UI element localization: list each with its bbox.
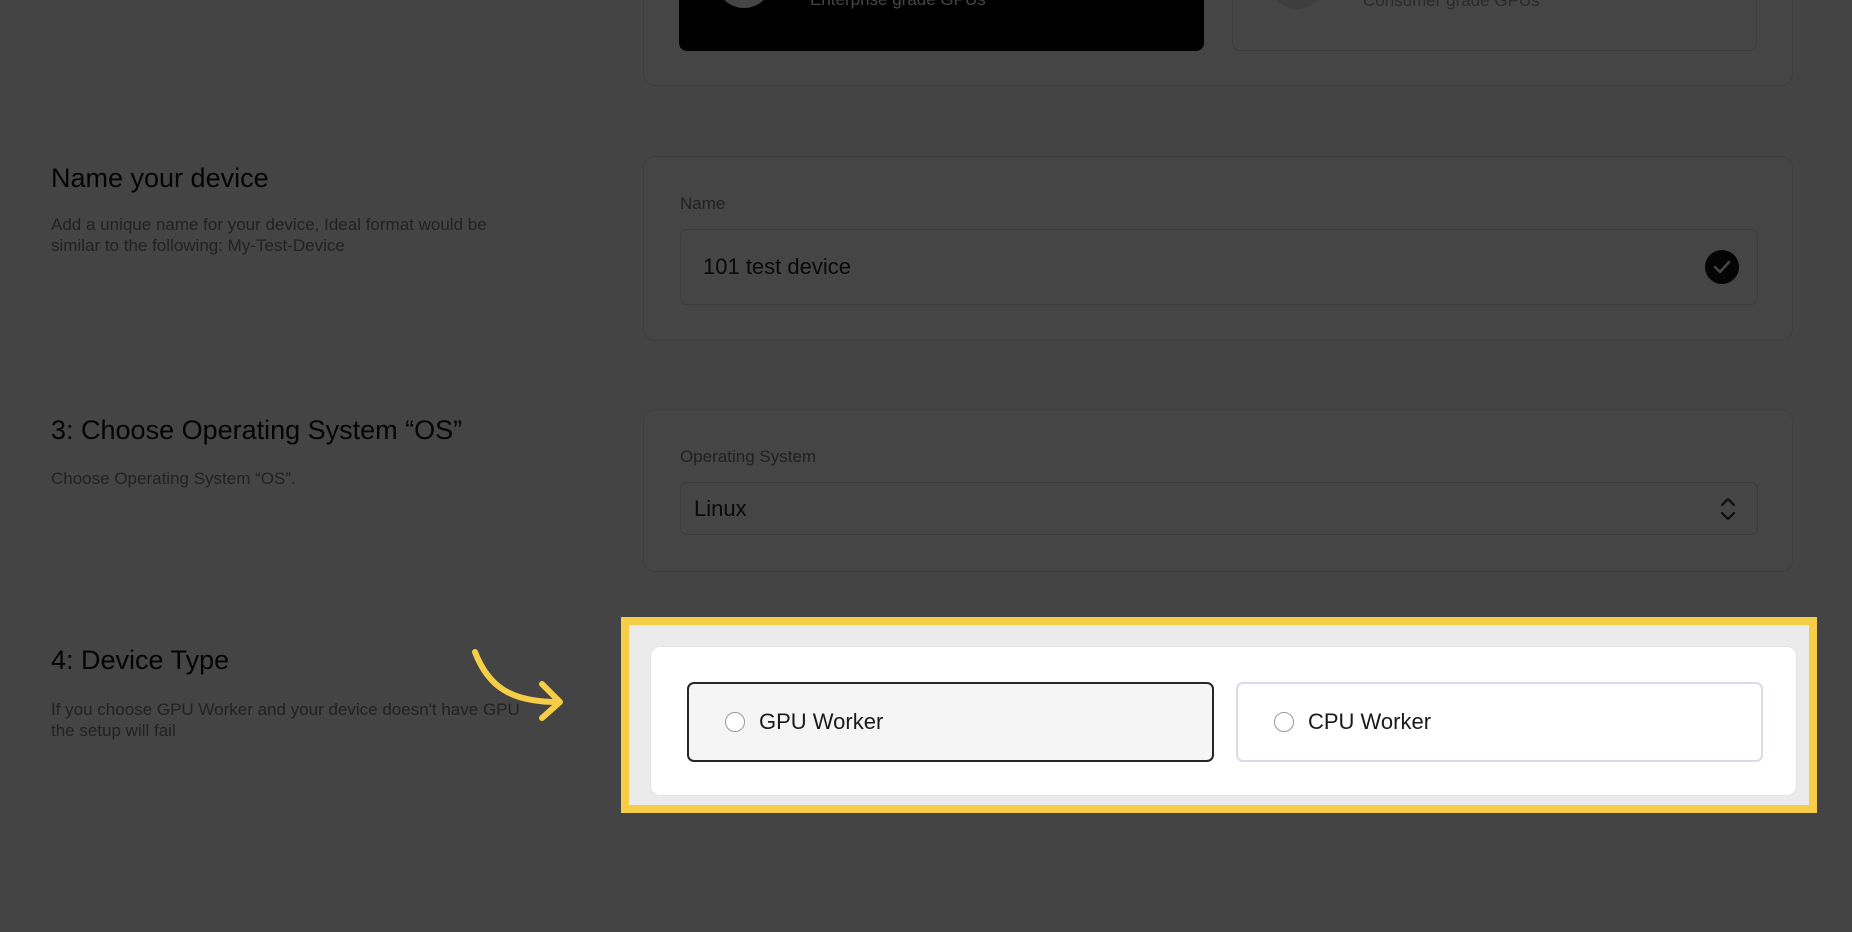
device-type-highlight: GPU Worker CPU Worker	[621, 617, 1817, 813]
os-select[interactable]: Linux	[680, 482, 1758, 535]
gpu-worker-option[interactable]: GPU Worker	[687, 682, 1214, 762]
check-circle-icon	[1705, 250, 1739, 284]
name-desc-line-1: Add a unique name for your device, Ideal…	[51, 215, 487, 234]
enterprise-gpu-icon	[716, 0, 772, 8]
cpu-worker-label: CPU Worker	[1308, 709, 1432, 734]
name-card: Name 101 test device	[643, 156, 1793, 341]
os-section-description: Choose Operating System “OS”.	[51, 469, 296, 488]
name-section-title: Name your device	[51, 163, 269, 193]
enterprise-gpu-caption: Enterprise grade GPUs	[810, 0, 986, 10]
cpu-worker-radio[interactable]	[1274, 712, 1294, 732]
chevron-up-down-icon	[1720, 497, 1736, 521]
device-type-card: GPU Worker CPU Worker	[650, 646, 1797, 796]
consumer-gpu-icon	[1269, 0, 1325, 9]
name-input[interactable]: 101 test device	[680, 229, 1758, 305]
name-desc-line-2: similar to the following: My-Test-Device	[51, 236, 345, 255]
device-type-section-title: 4: Device Type	[51, 645, 230, 675]
gpu-worker-radio[interactable]	[725, 712, 745, 732]
consumer-gpu-caption: Consumer grade GPUs	[1363, 0, 1540, 10]
os-field-label: Operating System	[680, 447, 817, 466]
curved-arrow-icon	[472, 649, 563, 721]
os-select-value: Linux	[694, 496, 747, 521]
name-field-label: Name	[680, 194, 726, 213]
os-card: Operating System Linux	[643, 409, 1793, 572]
name-section-description: Add a unique name for your device, Ideal…	[51, 214, 551, 256]
cpu-worker-option[interactable]: CPU Worker	[1236, 682, 1763, 762]
consumer-gpu-tile[interactable]: Consumer grade GPUs	[1232, 0, 1757, 51]
name-input-value: 101 test device	[703, 254, 851, 279]
os-section-title: 3: Choose Operating System “OS”	[51, 415, 463, 445]
gpu-worker-label: GPU Worker	[759, 709, 884, 734]
enterprise-gpu-tile[interactable]: Enterprise grade GPUs	[679, 0, 1204, 51]
